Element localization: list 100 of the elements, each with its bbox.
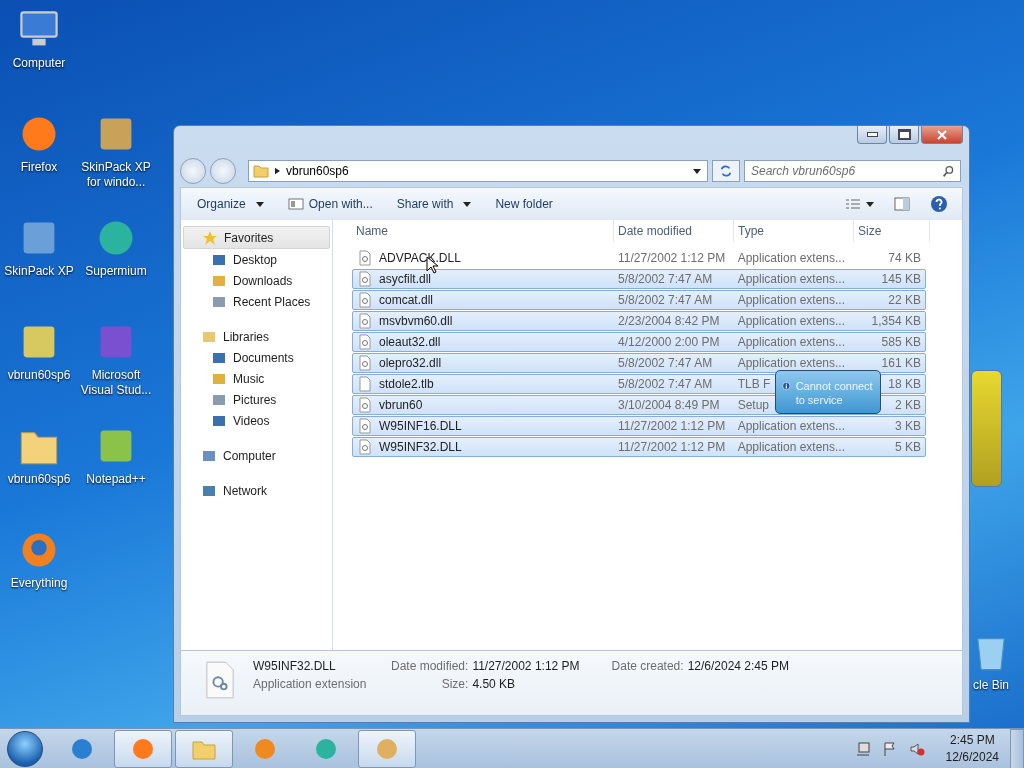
file-name: asycfilt.dll — [379, 272, 431, 286]
sidebar-item[interactable]: Libraries — [183, 326, 330, 347]
window-icon — [287, 198, 304, 210]
size-cell: 585 KB — [881, 335, 921, 349]
type-cell: Application extens... — [737, 251, 846, 265]
chevron-icon — [275, 167, 280, 175]
file-type: Application extension — [253, 677, 368, 691]
toolbar-button[interactable]: New folder — [485, 193, 563, 215]
folder-icon — [253, 163, 269, 179]
type-cell: Application extens... — [737, 356, 846, 370]
desktop-icon-label[interactable]: cle Bin — [973, 678, 1009, 693]
preview-pane-icon — [894, 197, 910, 211]
speaker-muted-icon[interactable] — [908, 740, 925, 757]
date-cell-text: 5/8/2002 7:47 AM — [617, 377, 714, 391]
desktop-icon-label[interactable]: Firefox — [20, 160, 58, 175]
caret-icon — [866, 201, 874, 207]
file-row[interactable]: ADVPACK.DLL 11/27/2002 1:12 PM Application extens... 74 KB — [352, 248, 926, 268]
desktop-icon-label[interactable]: SkinPack XP — [4, 264, 74, 279]
close-icon — [937, 129, 947, 140]
size-cell: 18 KB — [888, 377, 921, 391]
file-row[interactable]: W95INF32.DLL 11/27/2002 1:12 PM Application extens... 5 KB — [352, 437, 926, 457]
file-row[interactable]: msvbvm60.dll 2/23/2004 8:42 PM Application extens... 1,354 KB — [352, 311, 926, 331]
sidebar-item[interactable]: Documents — [181, 347, 332, 368]
size-cell: 2 KB — [894, 398, 921, 412]
desktop-icon-label[interactable]: Supermium — [85, 264, 147, 279]
type-cell: Application extens... — [737, 335, 846, 349]
flag-icon[interactable] — [881, 740, 898, 757]
sidebar-item[interactable]: Videos — [181, 410, 332, 431]
desktop-icon-label[interactable]: Notepad++ — [86, 472, 146, 487]
file-row[interactable]: W95INF16.DLL 11/27/2002 1:12 PM Application extens... 3 KB — [352, 416, 926, 436]
help-icon — [930, 195, 948, 213]
date-cell-text: 11/27/2002 1:12 PM — [617, 440, 727, 454]
maximize-button[interactable] — [889, 126, 919, 144]
file-name: W95INF32.DLL — [253, 659, 337, 673]
file-row[interactable]: olepro32.dll 5/8/2002 7:47 AM Application extens... 161 KB — [352, 353, 926, 373]
type-cell: Application extens... — [737, 293, 846, 307]
minimize-button[interactable] — [857, 126, 887, 144]
file-name: W95INF32.DLL — [379, 440, 462, 454]
column-header[interactable]: Size — [854, 220, 930, 242]
type-cell: Application extens... — [737, 314, 846, 328]
desktop-icon-label[interactable]: Microsoft Visual Stud... — [78, 368, 154, 398]
size-cell: 1,354 KB — [871, 314, 921, 328]
sidebar-item[interactable]: Network — [183, 480, 330, 501]
file-name: ADVPACK.DLL — [379, 251, 461, 265]
search-icon[interactable] — [942, 165, 955, 178]
toolbar-button[interactable]: Open with... — [277, 193, 383, 215]
back-button[interactable] — [180, 158, 206, 184]
sidebar-item[interactable]: Computer — [183, 445, 330, 466]
file-row[interactable]: oleaut32.dll 4/12/2000 2:00 PM Application extens... 585 KB — [352, 332, 926, 352]
clock-time[interactable]: 2:45 PM — [949, 731, 995, 749]
column-header[interactable]: Date modified — [614, 220, 734, 242]
desktop-icon-label[interactable]: Computer — [12, 56, 66, 71]
date-cell-text: 5/8/2002 7:47 AM — [617, 272, 714, 286]
file-name: msvbvm60.dll — [379, 314, 453, 328]
taskbar-button[interactable] — [358, 729, 416, 768]
column-header[interactable]: Name — [352, 220, 614, 242]
sidebar-item[interactable]: Desktop — [181, 249, 332, 270]
file-icon — [357, 292, 373, 308]
file-name: olepro32.dll — [379, 356, 442, 370]
file-name: vbrun60 — [379, 398, 423, 412]
size-cell: 74 KB — [888, 251, 921, 265]
desktop-icon-label[interactable]: vbrun60sp6 — [7, 368, 71, 383]
address-bar[interactable]: vbrun60sp6 — [248, 160, 708, 182]
column-header[interactable]: Type — [734, 220, 854, 242]
file-row[interactable]: comcat.dll 5/8/2002 7:47 AM Application extens... 22 KB — [352, 290, 926, 310]
search-field[interactable]: Search vbrun60sp6 — [744, 160, 961, 182]
sidebar-item[interactable]: Favorites — [183, 226, 330, 249]
caret-icon[interactable] — [693, 168, 701, 174]
date-cell-text: 11/27/2002 1:12 PM — [617, 419, 727, 433]
type-cell: Application extens... — [737, 272, 846, 286]
sidebar-item[interactable]: Recent Places — [181, 291, 332, 312]
file-icon — [357, 334, 373, 350]
date-cell-text: 2/23/2004 8:42 PM — [617, 314, 721, 328]
taskbar-button[interactable] — [175, 729, 233, 768]
clock-date[interactable]: 12/6/2024 — [945, 748, 999, 766]
file-icon — [357, 250, 373, 266]
size-cell: 161 KB — [881, 356, 921, 370]
show-desktop-button[interactable] — [1010, 728, 1024, 768]
desktop-icon-label[interactable]: vbrun60sp6 — [7, 472, 71, 487]
file-icon — [357, 439, 373, 455]
sidebar-item[interactable]: Downloads — [181, 270, 332, 291]
forward-button[interactable] — [210, 158, 236, 184]
size-cell: 5 KB — [894, 440, 921, 454]
toolbar-button[interactable]: Organize — [187, 193, 274, 215]
file-icon — [357, 355, 373, 371]
gadget-panel[interactable] — [971, 370, 1002, 487]
toolbar-button[interactable]: Share with — [386, 193, 482, 215]
refresh-icon — [719, 164, 733, 178]
size-cell: 22 KB — [888, 293, 921, 307]
network-icon[interactable] — [854, 740, 871, 757]
date-cell-text: 11/27/2002 1:12 PM — [617, 251, 727, 265]
close-button[interactable] — [921, 126, 963, 144]
desktop-icon-label[interactable]: SkinPack XP for windo... — [78, 160, 154, 190]
refresh-button[interactable] — [712, 160, 740, 182]
desktop-icon-label[interactable]: Everything — [10, 576, 68, 591]
taskbar-button[interactable] — [114, 729, 172, 768]
file-row[interactable]: asycfilt.dll 5/8/2002 7:47 AM Application extens... 145 KB — [352, 269, 926, 289]
sidebar-item[interactable]: Pictures — [181, 389, 332, 410]
sidebar-item[interactable]: Music — [181, 368, 332, 389]
file-name: comcat.dll — [379, 293, 434, 307]
